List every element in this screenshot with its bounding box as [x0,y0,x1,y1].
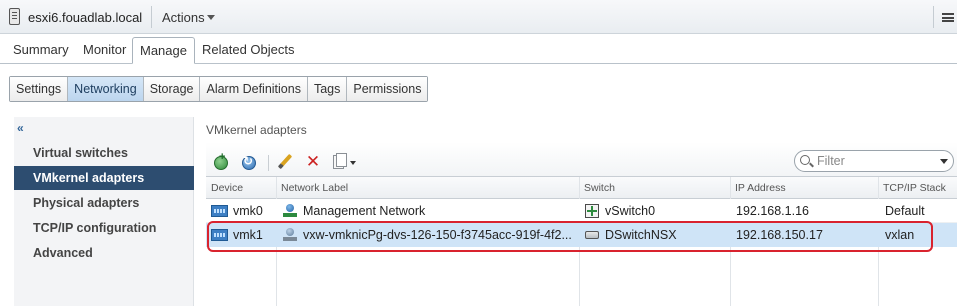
tab-monitor[interactable]: Monitor [83,42,126,57]
tab-related-objects[interactable]: Related Objects [202,42,295,57]
nav-item-physical-adapters[interactable]: Physical adapters [14,191,194,215]
column-header-switch[interactable]: Switch [584,182,615,194]
search-icon [800,155,810,165]
header-divider [151,6,152,28]
column-header-tcpip-stack[interactable]: TCP/IP Stack [883,182,946,194]
subtab-alarm-definitions[interactable]: Alarm Definitions [200,77,308,101]
port-group-icon [283,204,297,218]
refresh-network-icon[interactable]: ↻ [240,153,258,171]
filter-input[interactable]: Filter [794,150,954,172]
vmkernel-adapters-panel: VMkernel adapters + ↻ ✕ Filter Device Ne… [206,117,957,306]
remove-x-icon[interactable]: ✕ [304,153,322,171]
vmkernel-nic-icon [211,205,228,217]
main-tab-bar: Summary Monitor Manage Related Objects [0,35,957,64]
chevron-down-icon[interactable] [207,15,215,20]
cell-device: vmk0 [233,204,263,218]
standard-switch-icon [585,204,599,218]
networking-nav: « Virtual switches VMkernel adapters Phy… [14,117,194,306]
host-icon [9,8,20,25]
subtab-storage[interactable]: Storage [143,77,201,101]
object-header: esxi6.fouadlab.local Actions [0,0,957,34]
column-header-network-label[interactable]: Network Label [281,182,348,194]
tab-manage[interactable]: Manage [132,37,195,64]
actions-menu-button[interactable]: Actions [162,10,205,25]
chevron-down-icon[interactable] [940,159,948,164]
collapse-left-icon[interactable]: « [17,121,24,135]
subtab-networking[interactable]: Networking [68,77,144,101]
cell-tcpip-stack: Default [885,204,925,218]
host-name: esxi6.fouadlab.local [28,10,143,25]
table-row[interactable]: vmk0 Management Network vSwitch0 192.168… [206,199,957,223]
add-network-icon[interactable]: + [212,151,230,171]
nav-item-tcpip-configuration[interactable]: TCP/IP configuration [14,216,194,240]
subtab-tags[interactable]: Tags [307,77,348,101]
more-actions-icon[interactable] [332,153,358,171]
header-divider [933,6,934,28]
edit-pencil-icon[interactable] [276,153,294,171]
tab-summary[interactable]: Summary [13,42,69,57]
filter-placeholder: Filter [817,154,845,168]
nav-item-advanced[interactable]: Advanced [14,241,194,265]
panel-title: VMkernel adapters [206,123,307,137]
nav-item-virtual-switches[interactable]: Virtual switches [14,141,194,165]
cell-ip-address: 192.168.1.16 [736,204,809,218]
highlight-outline [207,221,933,252]
column-header-device[interactable]: Device [211,182,243,194]
cell-network-label: Management Network [303,204,426,218]
table-header: Device Network Label Switch IP Address T… [206,177,957,199]
menu-icon[interactable] [942,13,954,22]
subtab-settings[interactable]: Settings [10,77,69,101]
toolbar-divider [268,155,269,171]
column-header-ip-address[interactable]: IP Address [735,182,786,194]
subtab-permissions[interactable]: Permissions [347,77,428,101]
sub-tab-bar: Settings Networking Storage Alarm Defini… [9,76,429,102]
cell-switch: vSwitch0 [605,204,656,218]
nav-item-vmkernel-adapters[interactable]: VMkernel adapters [14,166,194,190]
